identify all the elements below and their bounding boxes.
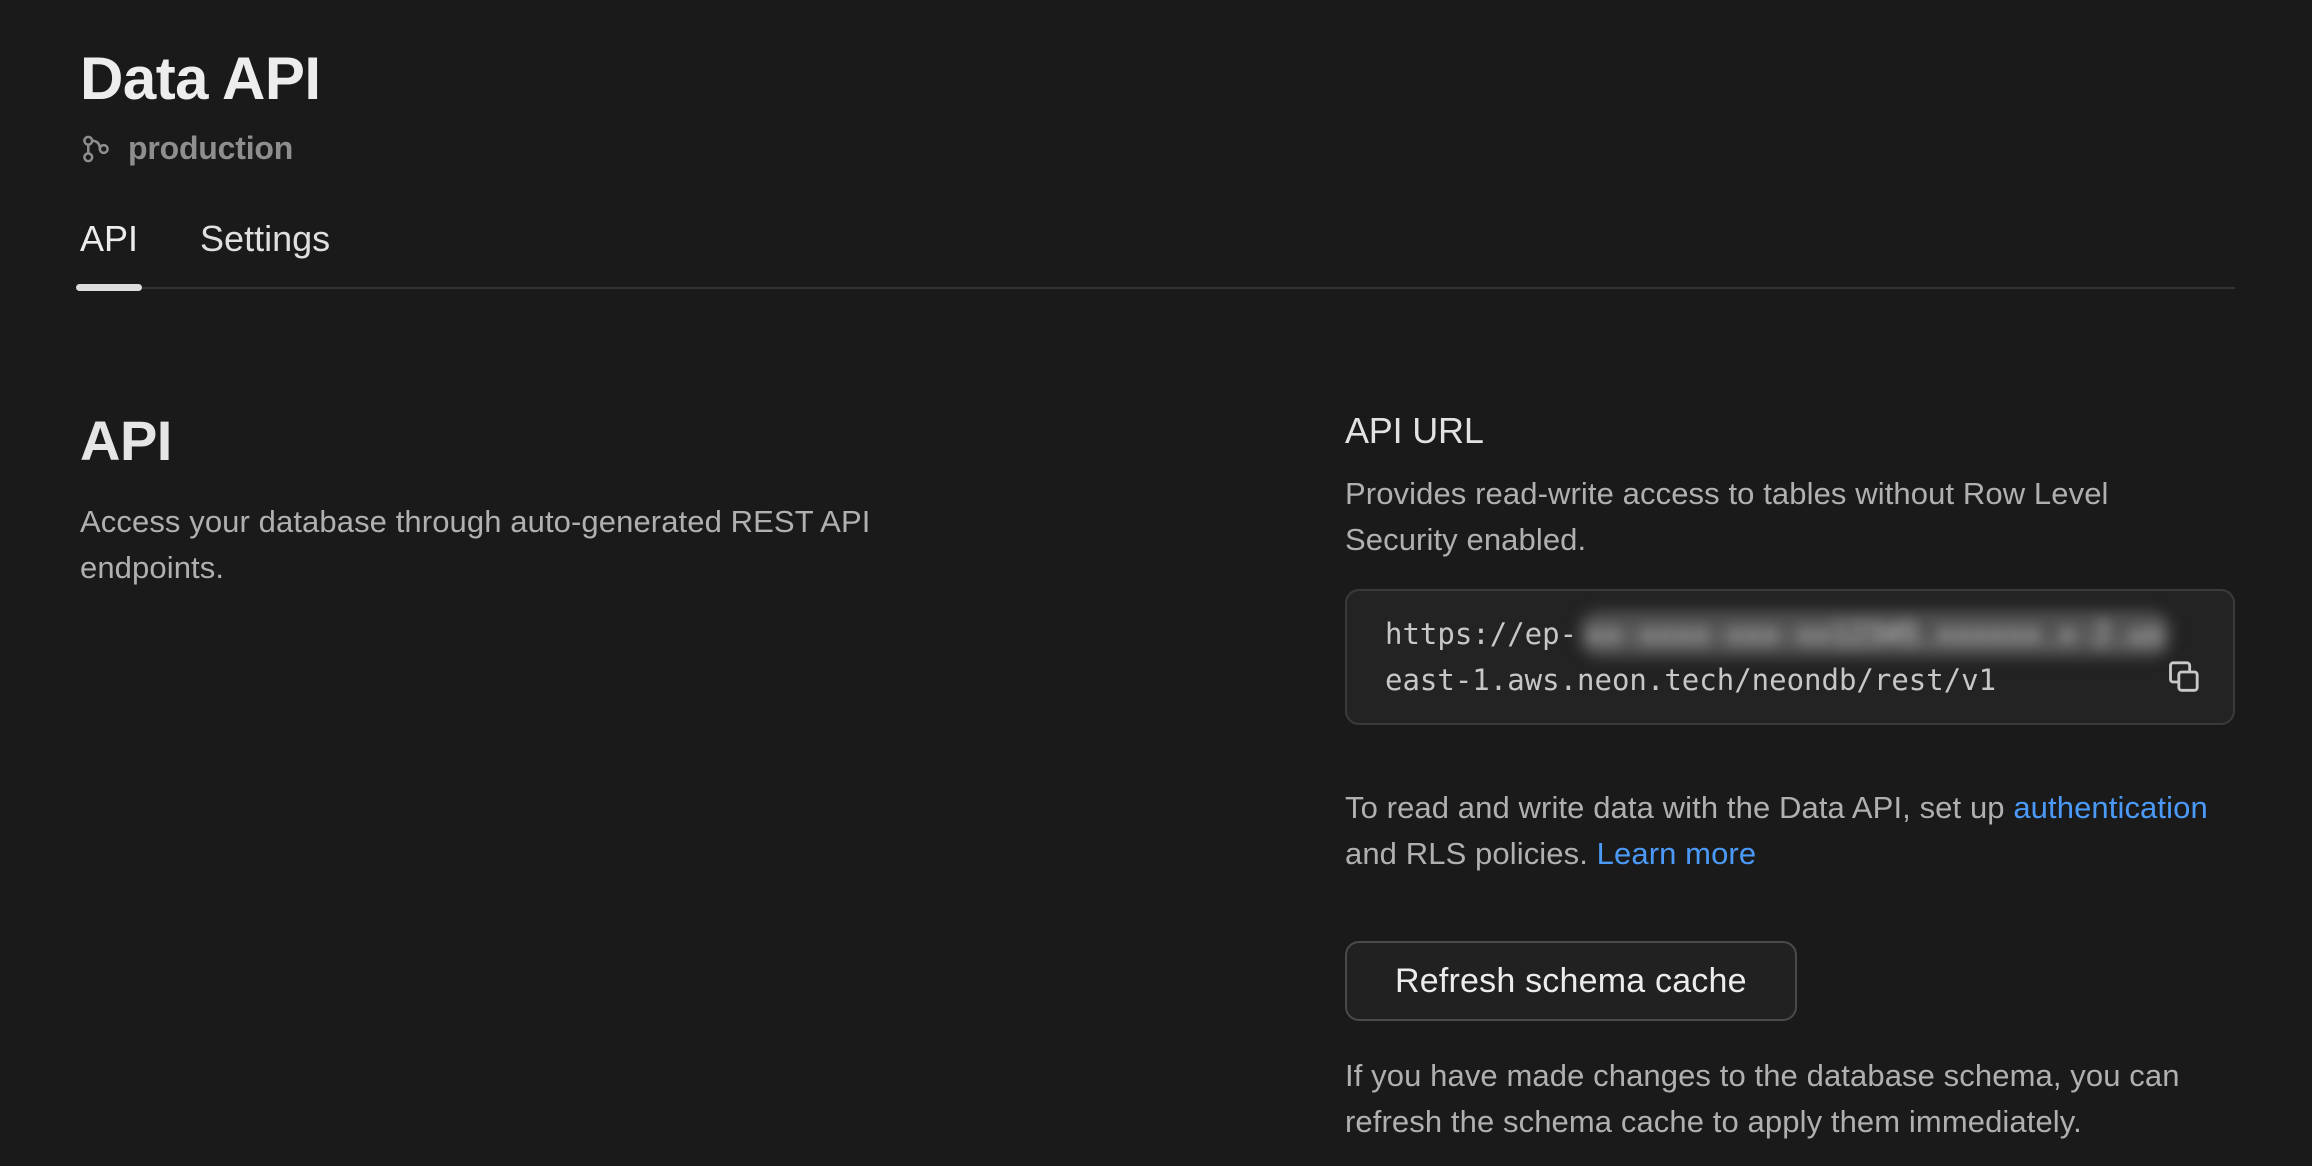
api-url-panel: API URL Provides read-write access to ta…	[1345, 409, 2235, 1145]
api-url-value: https://ep-xx-xxxx-xxx-xx12345.xxxxxx.x-…	[1385, 611, 2233, 703]
learn-more-link[interactable]: Learn more	[1597, 836, 1757, 871]
copy-button[interactable]	[2163, 657, 2203, 697]
auth-note: To read and write data with the Data API…	[1345, 785, 2235, 877]
tab-bar: API Settings	[80, 217, 2235, 289]
redacted-url-segment: xx-xxxx-xxx-xx12345.xxxxxx.x-2.us	[1579, 611, 2171, 657]
refresh-schema-description: If you have made changes to the database…	[1345, 1053, 2235, 1145]
api-section-description: Access your database through auto-genera…	[80, 499, 1060, 591]
auth-note-text-1: To read and write data with the Data API…	[1345, 790, 2013, 825]
api-url-description: Provides read-write access to tables wit…	[1345, 471, 2235, 563]
api-url-prefix: https://ep-	[1385, 617, 1577, 651]
api-url-title: API URL	[1345, 409, 2235, 453]
api-url-suffix: east-1.aws.neon.tech/neondb/rest/v1	[1385, 663, 1996, 697]
refresh-schema-cache-button[interactable]: Refresh schema cache	[1345, 941, 1797, 1021]
api-section: API Access your database through auto-ge…	[80, 409, 1345, 591]
tab-api[interactable]: API	[80, 217, 138, 287]
api-url-box: https://ep-xx-xxxx-xxx-xx12345.xxxxxx.x-…	[1345, 589, 2235, 725]
copy-icon	[2163, 657, 2203, 697]
main-content: API Access your database through auto-ge…	[80, 409, 2235, 1145]
tab-settings[interactable]: Settings	[200, 217, 330, 287]
branch-name: production	[128, 130, 293, 167]
page-header: Data API production	[80, 0, 2235, 167]
page-title: Data API	[80, 44, 2235, 114]
branch-selector: production	[80, 130, 2235, 167]
data-api-page: Data API production API Settings API Acc…	[0, 0, 2312, 1166]
branch-icon	[80, 133, 112, 165]
authentication-link[interactable]: authentication	[2013, 790, 2207, 825]
api-section-title: API	[80, 409, 1285, 473]
auth-note-text-2: and RLS policies.	[1345, 836, 1597, 871]
